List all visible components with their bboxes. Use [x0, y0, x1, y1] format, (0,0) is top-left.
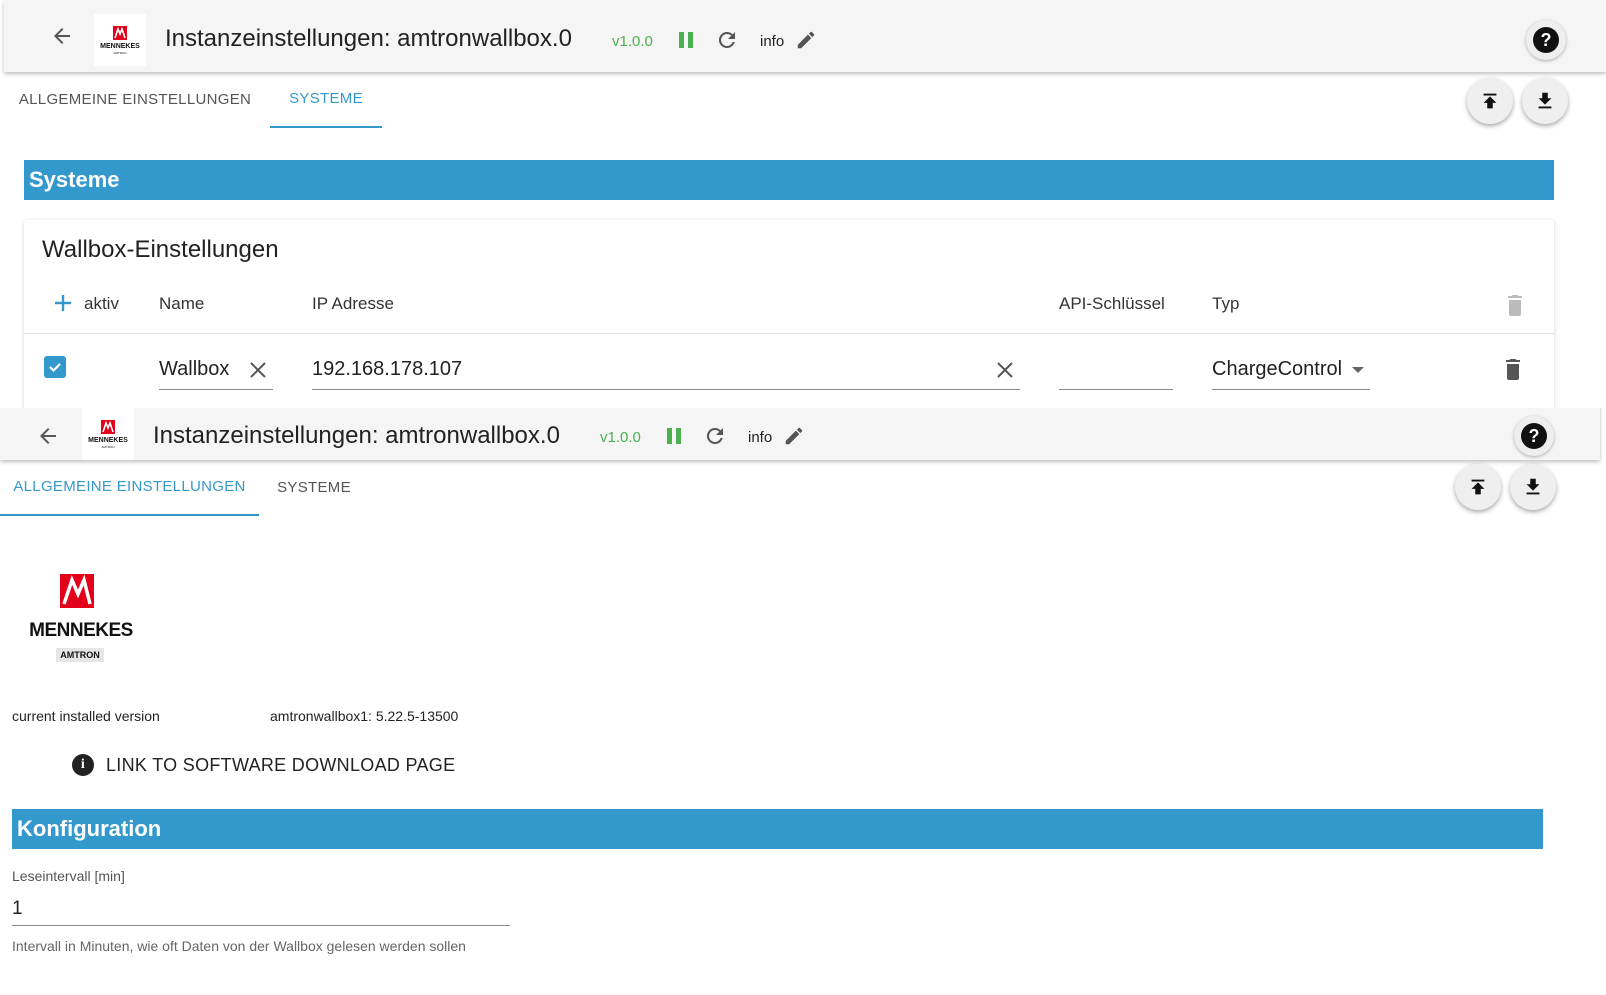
download-link-label: LINK TO SOFTWARE DOWNLOAD PAGE [106, 754, 456, 775]
pause-icon[interactable] [672, 26, 700, 54]
top-bar: MENNEKES AMTRON Instanzeinstellungen: am… [0, 408, 1600, 460]
name-value: Wallbox [159, 358, 230, 380]
logo-name: MENNEKES [88, 436, 128, 444]
mennekes-logo-mark [101, 419, 115, 434]
systems-section-header: Systeme [24, 160, 1554, 200]
typ-select[interactable]: ChargeControl [1212, 350, 1370, 390]
clear-name-icon[interactable] [247, 359, 269, 381]
chevron-down-icon [1352, 367, 1364, 373]
logo-name: MENNEKES [29, 620, 133, 641]
systems-tab-view: MENNEKES AMTRON Instanzeinstellungen: am… [0, 0, 1606, 408]
installed-version-value: amtronwallbox1: 5.22.5-13500 [270, 708, 459, 724]
logo-sub: AMTRON [101, 444, 115, 449]
installed-version-label: current installed version [12, 708, 160, 724]
add-row-icon[interactable] [52, 292, 74, 314]
reload-icon[interactable] [713, 26, 741, 54]
software-download-link[interactable]: i LINK TO SOFTWARE DOWNLOAD PAGE [72, 754, 455, 776]
adapter-logo: MENNEKES AMTRON [82, 408, 134, 460]
column-header-aktiv: aktiv [84, 294, 119, 313]
ip-value: 192.168.178.107 [312, 358, 463, 380]
logo-sub: AMTRON [113, 50, 127, 55]
version-label: v1.0.0 [612, 33, 653, 50]
arrow-back-icon[interactable] [42, 16, 82, 56]
help-icon[interactable]: ? [1514, 416, 1554, 456]
delete-all-icon [1503, 292, 1527, 318]
column-header-api-key: API-Schlüssel [1059, 294, 1165, 313]
column-header-typ: Typ [1212, 294, 1240, 313]
page-title: Instanzeinstellungen: amtronwallbox.0 [153, 422, 560, 449]
tab-systems[interactable]: SYSTEME [270, 70, 382, 128]
pencil-icon[interactable] [780, 422, 808, 450]
aktiv-checkbox[interactable] [44, 356, 66, 378]
tab-general-settings[interactable]: ALLGEMEINE EINSTELLUNGEN [0, 70, 270, 128]
pause-icon[interactable] [660, 422, 688, 450]
arrow-back-icon[interactable] [28, 416, 68, 456]
tab-systems[interactable]: SYSTEME [259, 458, 369, 516]
download-button[interactable] [1510, 464, 1556, 510]
ip-field[interactable]: 192.168.178.107 [312, 350, 1020, 390]
interval-value: 1 [12, 897, 23, 919]
svg-text:?: ? [1529, 426, 1540, 446]
info-label[interactable]: info [760, 33, 784, 50]
configuration-section-header: Konfiguration [12, 809, 1543, 849]
general-tab-view: MENNEKES AMTRON Instanzeinstellungen: am… [0, 408, 1606, 995]
tab-general-settings[interactable]: ALLGEMEINE EINSTELLUNGEN [0, 458, 259, 516]
interval-helper-text: Intervall in Minuten, wie oft Daten von … [12, 938, 466, 954]
upload-button[interactable] [1467, 78, 1513, 124]
logo-sub: AMTRON [56, 648, 104, 662]
pencil-icon[interactable] [792, 26, 820, 54]
column-header-ip: IP Adresse [312, 294, 394, 313]
interval-input[interactable]: 1 [12, 892, 510, 926]
reload-icon[interactable] [701, 422, 729, 450]
upload-button[interactable] [1455, 464, 1501, 510]
api-key-field[interactable] [1059, 350, 1173, 390]
info-label[interactable]: info [748, 429, 772, 446]
delete-row-icon[interactable] [1501, 356, 1525, 382]
name-field[interactable]: Wallbox [159, 350, 273, 390]
logo-name: MENNEKES [100, 42, 140, 50]
page-title: Instanzeinstellungen: amtronwallbox.0 [165, 25, 572, 52]
table-divider [24, 333, 1554, 334]
svg-text:?: ? [1541, 30, 1552, 50]
adapter-logo: MENNEKES AMTRON [94, 14, 146, 66]
wallbox-settings-card: Wallbox-Einstellungen aktiv Name IP Adre… [24, 220, 1554, 408]
mennekes-logo: MENNEKES AMTRON [28, 572, 134, 668]
top-bar: MENNEKES AMTRON Instanzeinstellungen: am… [4, 0, 1606, 72]
typ-value: ChargeControl [1212, 358, 1343, 380]
version-label: v1.0.0 [600, 429, 641, 446]
column-header-name: Name [159, 294, 205, 313]
card-title: Wallbox-Einstellungen [42, 236, 279, 263]
clear-ip-icon[interactable] [994, 359, 1016, 381]
mennekes-logo-mark [113, 25, 127, 40]
download-button[interactable] [1522, 78, 1568, 124]
info-icon: i [72, 754, 94, 776]
help-icon[interactable]: ? [1526, 20, 1566, 60]
interval-label: Leseintervall [min] [12, 868, 125, 884]
